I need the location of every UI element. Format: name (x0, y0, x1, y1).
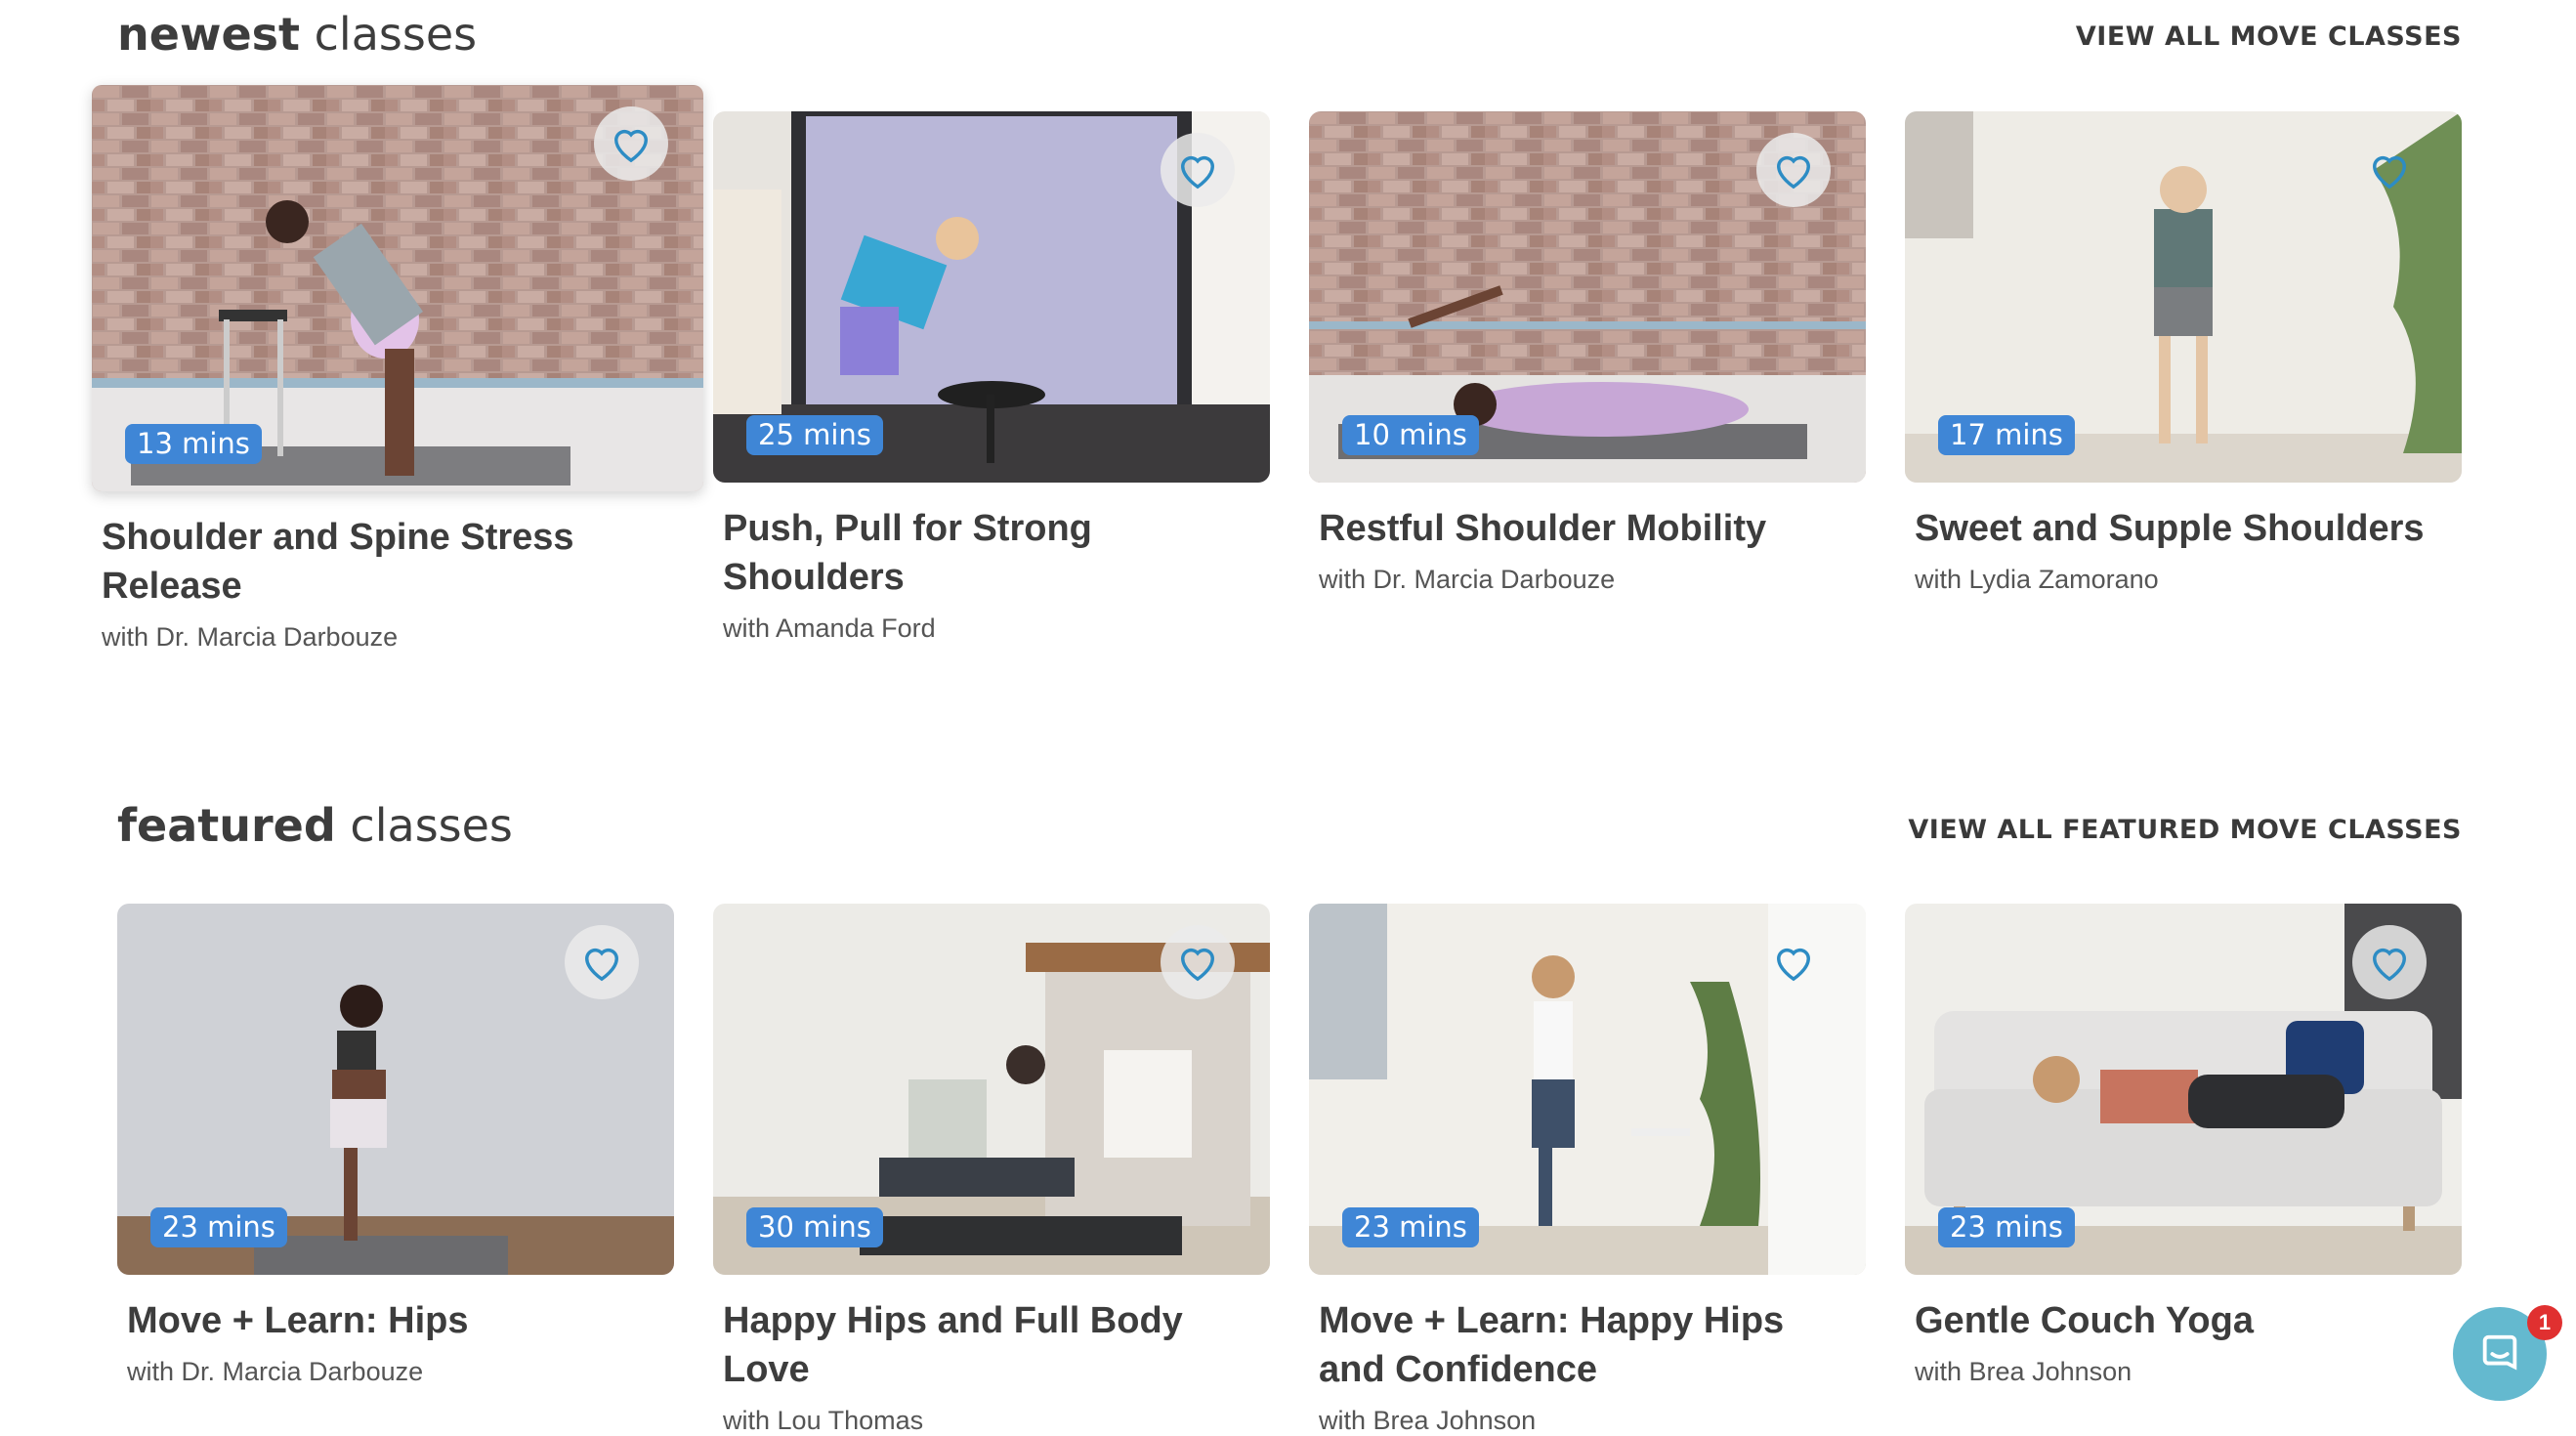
class-card[interactable]: 17 mins Sweet and Supple Shoulders with … (1905, 111, 2462, 595)
favorite-button[interactable] (594, 106, 668, 181)
class-thumbnail[interactable]: 23 mins (1309, 904, 1866, 1275)
class-title[interactable]: Restful Shoulder Mobility (1319, 504, 1856, 553)
view-all-featured-move-classes-link[interactable]: VIEW ALL FEATURED MOVE CLASSES (1908, 815, 2462, 845)
class-title[interactable]: Move + Learn: Happy Hips and Confidence (1319, 1296, 1856, 1394)
view-all-move-classes-link[interactable]: VIEW ALL MOVE CLASSES (2076, 21, 2462, 52)
class-instructor: with Amanda Ford (723, 613, 936, 644)
class-title[interactable]: Move + Learn: Hips (127, 1296, 664, 1345)
duration-badge: 23 mins (1342, 1207, 1479, 1247)
class-title[interactable]: Sweet and Supple Shoulders (1915, 504, 2452, 553)
class-card[interactable]: 23 mins Move + Learn: Hips with Dr. Marc… (117, 904, 674, 1387)
class-card[interactable]: 30 mins Happy Hips and Full Body Love wi… (713, 904, 1270, 1436)
class-title[interactable]: Push, Pull for Strong Shoulders (723, 504, 1260, 602)
class-thumbnail[interactable]: 10 mins (1309, 111, 1866, 483)
class-thumbnail[interactable]: 17 mins (1905, 111, 2462, 483)
heart-outline-icon (2373, 948, 2406, 982)
class-card[interactable]: 23 mins Move + Learn: Happy Hips and Con… (1309, 904, 1866, 1436)
notification-badge: 1 (2527, 1305, 2562, 1340)
duration-badge: 17 mins (1938, 415, 2075, 455)
class-title[interactable]: Gentle Couch Yoga (1915, 1296, 2452, 1345)
class-card[interactable]: 13 mins Shoulder and Spine Stress Releas… (92, 85, 703, 653)
heart-outline-icon (1181, 948, 1214, 982)
duration-badge: 13 mins (125, 424, 262, 464)
duration-badge: 23 mins (150, 1207, 287, 1247)
favorite-button[interactable] (2352, 925, 2427, 999)
duration-badge: 10 mins (1342, 415, 1479, 455)
class-card[interactable]: 23 mins Gentle Couch Yoga with Brea John… (1905, 904, 2462, 1387)
heart-outline-icon (1181, 155, 1214, 190)
class-title[interactable]: Shoulder and Spine Stress Release (102, 513, 649, 611)
favorite-button[interactable] (565, 925, 639, 999)
heart-outline-icon (1777, 948, 1810, 982)
class-instructor: with Lou Thomas (723, 1406, 924, 1436)
class-title[interactable]: Happy Hips and Full Body Love (723, 1296, 1260, 1394)
favorite-button[interactable] (1756, 925, 1831, 999)
favorite-button[interactable] (1161, 133, 1235, 207)
class-card[interactable]: 25 mins Push, Pull for Strong Shoulders … (713, 111, 1270, 644)
class-instructor: with Lydia Zamorano (1915, 565, 2159, 595)
class-instructor: with Brea Johnson (1319, 1406, 1537, 1436)
class-instructor: with Dr. Marcia Darbouze (1319, 565, 1616, 595)
class-thumbnail[interactable]: 23 mins (117, 904, 674, 1275)
class-thumbnail[interactable]: 30 mins (713, 904, 1270, 1275)
class-card[interactable]: 10 mins Restful Shoulder Mobility with D… (1309, 111, 1866, 595)
duration-badge: 25 mins (746, 415, 883, 455)
favorite-button[interactable] (1756, 133, 1831, 207)
heart-outline-icon (614, 129, 648, 163)
class-instructor: with Dr. Marcia Darbouze (127, 1357, 424, 1387)
duration-badge: 30 mins (746, 1207, 883, 1247)
favorite-button[interactable] (1161, 925, 1235, 999)
class-thumbnail[interactable]: 25 mins (713, 111, 1270, 483)
section-title: featured classes (117, 799, 513, 852)
heart-outline-icon (2373, 155, 2406, 190)
class-instructor: with Dr. Marcia Darbouze (102, 622, 399, 653)
heart-outline-icon (585, 948, 618, 982)
class-instructor: with Brea Johnson (1915, 1357, 2133, 1387)
favorite-button[interactable] (2352, 133, 2427, 207)
duration-badge: 23 mins (1938, 1207, 2075, 1247)
class-thumbnail[interactable]: 23 mins (1905, 904, 2462, 1275)
section-title: newest classes (117, 8, 478, 61)
heart-outline-icon (1777, 155, 1810, 190)
chat-bubble-icon (2482, 1334, 2517, 1371)
class-thumbnail[interactable]: 13 mins (92, 85, 703, 491)
